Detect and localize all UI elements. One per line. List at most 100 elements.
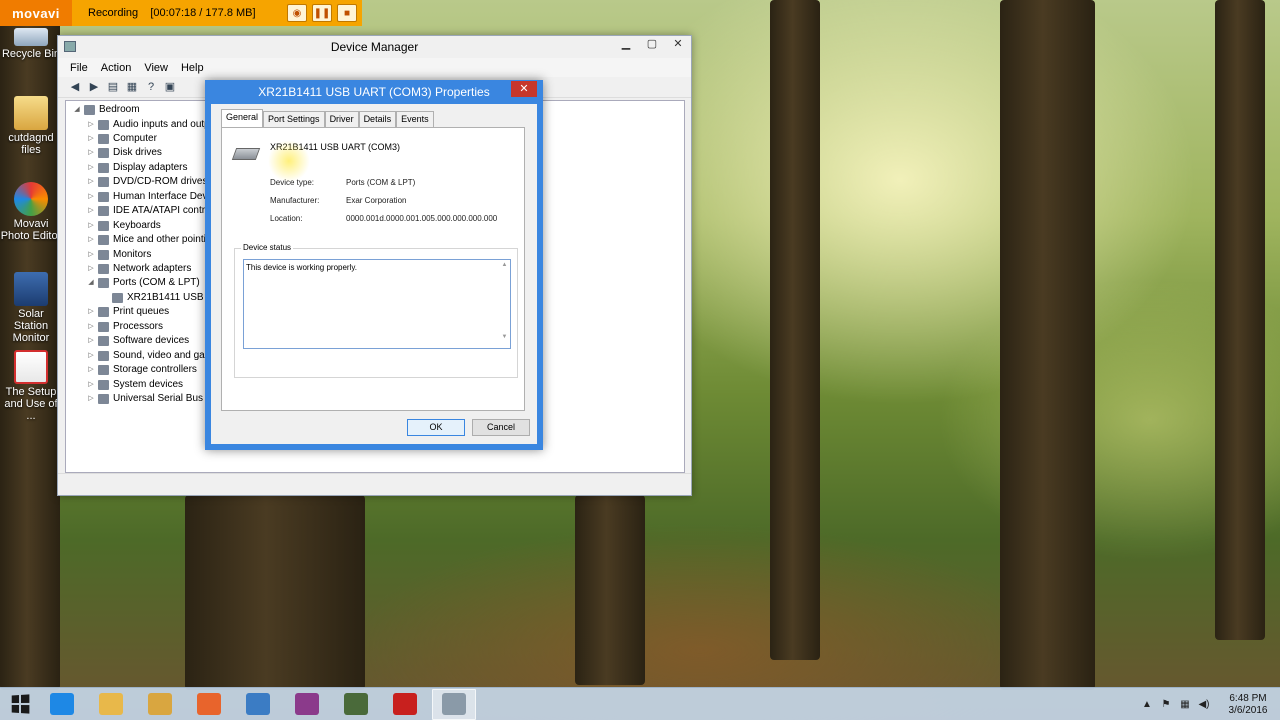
- tree-category-row[interactable]: ▷ Disk drives: [86, 146, 162, 160]
- clock[interactable]: 6:48 PM 3/6/2016: [1216, 693, 1280, 717]
- expand-arrow-icon[interactable]: ▷: [86, 233, 96, 247]
- close-button[interactable]: ✕: [511, 81, 537, 97]
- device-category-icon: [98, 307, 109, 317]
- properties-icon[interactable]: ▦: [125, 80, 139, 94]
- tree-category-row[interactable]: ▷ Sound, video and gan: [86, 349, 210, 363]
- tree-category-row[interactable]: ▷ Audio inputs and outp: [86, 118, 210, 132]
- forward-icon[interactable]: ▶: [87, 80, 101, 94]
- maximize-icon[interactable]: ▢: [639, 36, 665, 54]
- ok-button[interactable]: OK: [407, 419, 465, 436]
- network-icon[interactable]: ▦: [1178, 699, 1192, 710]
- close-icon[interactable]: ✕: [665, 36, 691, 54]
- file-explorer-icon: [99, 693, 123, 715]
- taskbar-app-monitor[interactable]: [334, 689, 378, 720]
- menu-view[interactable]: View: [144, 62, 168, 74]
- tree-category-row[interactable]: ▷ Storage controllers: [86, 363, 197, 377]
- taskbar-app-explorer[interactable]: [89, 689, 133, 720]
- expand-arrow-icon[interactable]: ▷: [86, 349, 96, 363]
- menu-help[interactable]: Help: [181, 62, 204, 74]
- collapse-arrow-icon[interactable]: ◢: [72, 103, 82, 117]
- tab-driver[interactable]: Driver: [324, 111, 359, 127]
- expand-arrow-icon[interactable]: ▷: [86, 118, 96, 132]
- tree-category-row[interactable]: ▷ Keyboards: [86, 219, 161, 233]
- properties-titlebar[interactable]: XR21B1411 USB UART (COM3) Properties ✕: [205, 80, 543, 104]
- taskbar-app-ie[interactable]: [40, 689, 84, 720]
- tree-item-label: DVD/CD-ROM drives: [113, 176, 208, 187]
- tree-category-row[interactable]: ▷ Print queues: [86, 305, 169, 319]
- expand-arrow-icon[interactable]: ▷: [86, 132, 96, 146]
- menu-action[interactable]: Action: [101, 62, 132, 74]
- pause-icon[interactable]: ❚❚: [312, 4, 332, 22]
- tree-item-label: Network adapters: [113, 263, 192, 274]
- expand-arrow-icon[interactable]: ▷: [86, 248, 96, 262]
- menu-bar: File Action View Help: [58, 58, 691, 77]
- tab-events[interactable]: Events: [396, 111, 434, 127]
- expand-arrow-icon[interactable]: ▷: [86, 219, 96, 233]
- cancel-button[interactable]: Cancel: [472, 419, 530, 436]
- expand-arrow-icon[interactable]: ▷: [86, 320, 96, 334]
- scan-icon[interactable]: ▣: [163, 80, 177, 94]
- taskbar-app-explorer2[interactable]: [138, 689, 182, 720]
- device-status-textbox[interactable]: This device is working properly. ▲ ▼: [243, 259, 511, 349]
- tree-category-row[interactable]: ▷ Monitors: [86, 248, 151, 262]
- minimize-icon[interactable]: ▁: [613, 36, 639, 54]
- device-category-icon: [98, 221, 109, 231]
- expand-arrow-icon[interactable]: ▷: [86, 334, 96, 348]
- camera-icon[interactable]: ◉: [287, 4, 307, 22]
- tab-general[interactable]: General: [221, 109, 264, 127]
- menu-file[interactable]: File: [70, 62, 88, 74]
- tab-details[interactable]: Details: [358, 111, 397, 127]
- expand-arrow-icon[interactable]: ▷: [86, 305, 96, 319]
- expand-arrow-icon[interactable]: ▷: [86, 363, 96, 377]
- desktop-icon-recycle-bin[interactable]: Recycle Bin: [0, 28, 62, 60]
- tree-category-row[interactable]: ▷ Processors: [86, 320, 163, 334]
- expand-arrow-icon[interactable]: ▷: [86, 392, 96, 406]
- expand-arrow-icon[interactable]: ▷: [86, 262, 96, 276]
- taskbar-app-acrobat[interactable]: [383, 689, 427, 720]
- tree-item-label: System devices: [113, 379, 184, 390]
- tree-category-row[interactable]: ▷ Software devices: [86, 334, 189, 348]
- expand-arrow-icon[interactable]: ▷: [86, 175, 96, 189]
- tree-category-row[interactable]: ▷ Mice and other pointi: [86, 233, 206, 247]
- volume-icon[interactable]: ◀): [1197, 699, 1211, 710]
- folder-icon: [148, 693, 172, 715]
- tree-device-row[interactable]: XR21B1411 USB UA: [100, 291, 220, 305]
- start-button[interactable]: [0, 688, 40, 720]
- tree-category-row[interactable]: ▷ IDE ATA/ATAPI contro: [86, 204, 211, 218]
- expand-arrow-icon[interactable]: ▷: [86, 146, 96, 160]
- taskbar-app-winrar[interactable]: [285, 689, 329, 720]
- flag-icon[interactable]: ⚑: [1159, 699, 1173, 710]
- tree-view-icon[interactable]: ▤: [106, 80, 120, 94]
- help-icon[interactable]: ?: [144, 80, 158, 94]
- tree-category-row[interactable]: ◢ Ports (COM & LPT): [86, 276, 200, 290]
- stop-icon[interactable]: ■: [337, 4, 357, 22]
- taskbar-app-movavi[interactable]: [236, 689, 280, 720]
- tree-category-row[interactable]: ▷ Network adapters: [86, 262, 191, 276]
- expand-arrow-icon[interactable]: ▷: [86, 378, 96, 392]
- desktop-icon-pdf[interactable]: The Setup and Use of ...: [0, 350, 62, 422]
- expand-arrow-icon[interactable]: ▷: [86, 190, 96, 204]
- winrar-icon: [295, 693, 319, 715]
- tree-category-row[interactable]: ▷ Display adapters: [86, 161, 187, 175]
- chevron-up-icon[interactable]: ▲: [1140, 699, 1154, 710]
- windows-logo-icon: [11, 694, 30, 714]
- collapse-arrow-icon[interactable]: ◢: [86, 276, 96, 290]
- tree-category-row[interactable]: ▷ Universal Serial Bus co: [86, 392, 216, 406]
- tree-root[interactable]: ◢ Bedroom: [72, 103, 140, 117]
- tree-category-row[interactable]: ▷ Human Interface Devi: [86, 190, 210, 204]
- expand-arrow-icon[interactable]: ▷: [86, 204, 96, 218]
- tree-category-row[interactable]: ▷ System devices: [86, 378, 183, 392]
- back-icon[interactable]: ◀: [68, 80, 82, 94]
- desktop-icon-folder[interactable]: cutdagnd files: [0, 96, 62, 156]
- expand-arrow-icon[interactable]: ▷: [86, 161, 96, 175]
- desktop-icon-solar-station-monitor[interactable]: Solar Station Monitor: [0, 272, 62, 344]
- device-manager-titlebar[interactable]: Device Manager ▁ ▢ ✕: [58, 36, 691, 58]
- clock-date: 3/6/2016: [1228, 704, 1268, 716]
- taskbar-app-firefox[interactable]: [187, 689, 231, 720]
- tree-category-row[interactable]: ▷ Computer: [86, 132, 157, 146]
- desktop-icon-movavi-photo-editor[interactable]: Movavi Photo Editor: [0, 182, 62, 242]
- status-scrollbar[interactable]: ▲ ▼: [500, 261, 509, 347]
- tree-category-row[interactable]: ▷ DVD/CD-ROM drives: [86, 175, 207, 189]
- tab-port-settings[interactable]: Port Settings: [263, 111, 325, 127]
- taskbar-app-device-manager[interactable]: [432, 688, 476, 720]
